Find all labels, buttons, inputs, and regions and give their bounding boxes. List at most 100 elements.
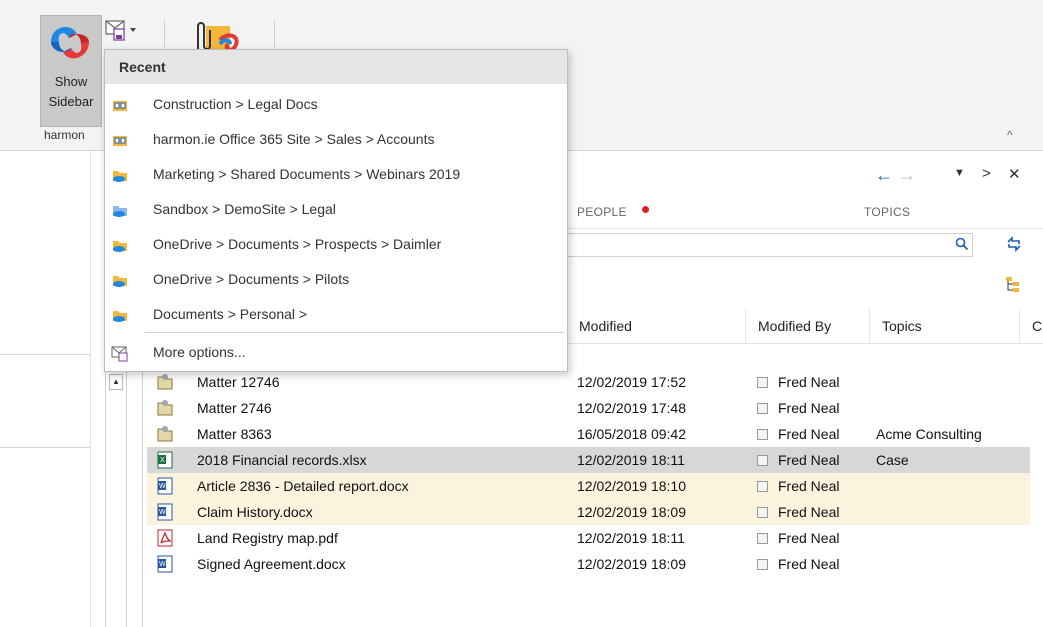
sharepoint-site-icon: [113, 136, 127, 146]
menu-item-recent[interactable]: Marketing > Shared Documents > Webinars …: [105, 158, 567, 193]
close-icon[interactable]: ✕: [1008, 165, 1021, 183]
table-row[interactable]: Land Registry map.pdf 12/02/2019 18:11 F…: [147, 525, 1030, 551]
show-sidebar-button[interactable]: Show Sidebar: [40, 15, 102, 127]
tree-view-icon[interactable]: [1005, 276, 1021, 294]
menu-item-recent[interactable]: harmon.ie Office 365 Site > Sales > Acco…: [105, 123, 567, 158]
modified-by: Fred Neal: [778, 426, 840, 442]
table-row[interactable]: W Signed Agreement.docx 12/02/2019 18:09…: [147, 551, 1030, 577]
mail-icon: [105, 20, 136, 41]
refresh-icon[interactable]: [1005, 236, 1023, 252]
modified-date: 12/02/2019 17:52: [577, 374, 686, 390]
modified-date: 12/02/2019 18:10: [577, 478, 686, 494]
next-icon[interactable]: >: [982, 165, 991, 182]
modified-by: Fred Neal: [778, 478, 840, 494]
table-row[interactable]: Matter 8363 16/05/2018 09:42 Fred Neal A…: [147, 421, 1030, 447]
column-header-extra[interactable]: C: [1019, 309, 1043, 343]
show-sidebar-label-2: Sidebar: [48, 94, 94, 109]
vertical-scrollbar[interactable]: ▲: [105, 370, 127, 627]
presence-checkbox-icon: [757, 377, 768, 388]
topic: Acme Consulting: [876, 426, 982, 442]
menu-header-label: Recent: [119, 59, 166, 75]
table-header: Modified Modified By Topics C: [567, 309, 1043, 344]
word-icon: W: [157, 555, 173, 573]
modified-date: 16/05/2018 09:42: [577, 426, 686, 442]
table-row[interactable]: Matter 2746 12/02/2019 17:48 Fred Neal: [147, 395, 1030, 421]
folder-icon: [157, 400, 173, 416]
menu-item-recent[interactable]: OneDrive > Documents > Pilots: [105, 263, 567, 298]
menu-item-recent[interactable]: Sandbox > DemoSite > Legal: [105, 193, 567, 228]
svg-text:X: X: [160, 457, 165, 464]
table-row[interactable]: X 2018 Financial records.xlsx 12/02/2019…: [147, 447, 1030, 473]
modified-by: Fred Neal: [778, 530, 840, 546]
cloud-folder-icon: [113, 206, 127, 217]
show-sidebar-label-1: Show: [54, 74, 88, 89]
more-options-label: More options...: [153, 344, 246, 360]
tree-divider: [142, 360, 143, 627]
excel-icon: X: [157, 451, 173, 469]
word-icon: W: [157, 503, 173, 521]
divider: [0, 447, 90, 448]
file-name: Land Registry map.pdf: [197, 530, 338, 546]
presence-checkbox-icon: [757, 455, 768, 466]
tab-bar: PEOPLE TOPICS: [567, 198, 1043, 229]
list-toolbar: [567, 272, 1043, 300]
file-name: Matter 12746: [197, 374, 280, 390]
modified-date: 12/02/2019 18:09: [577, 504, 686, 520]
presence-checkbox-icon: [757, 403, 768, 414]
file-name: Claim History.docx: [197, 504, 313, 520]
pdf-icon: [157, 529, 173, 547]
menu-item-recent[interactable]: OneDrive > Documents > Prospects > Daiml…: [105, 228, 567, 263]
svg-text:W: W: [159, 561, 166, 568]
column-header-modified-by[interactable]: Modified By: [745, 309, 869, 343]
menu-item-recent[interactable]: Construction > Legal Docs: [105, 88, 567, 123]
column-header-modified[interactable]: Modified: [567, 309, 745, 343]
menu-separator: [145, 332, 565, 333]
table-row[interactable]: Matter 12746 12/02/2019 17:52 Fred Neal: [147, 369, 1030, 395]
menu-item-label: harmon.ie Office 365 Site > Sales > Acco…: [153, 131, 435, 147]
tab-people[interactable]: PEOPLE: [577, 205, 627, 219]
topic: Case: [876, 452, 909, 468]
scroll-up-arrow-icon[interactable]: ▲: [109, 374, 123, 390]
modified-by: Fred Neal: [778, 452, 840, 468]
menu-item-label: OneDrive > Documents > Prospects > Daiml…: [153, 236, 442, 252]
notification-dot-icon: [642, 206, 649, 213]
sharepoint-site-icon: [113, 101, 127, 111]
search-row: [567, 233, 1043, 259]
left-pane: [0, 151, 91, 627]
modified-by: Fred Neal: [778, 556, 840, 572]
cloud-folder-icon: [113, 311, 127, 322]
cloud-folder-icon: [113, 171, 127, 182]
modified-by: Fred Neal: [778, 400, 840, 416]
file-name: Signed Agreement.docx: [197, 556, 346, 572]
presence-checkbox-icon: [757, 533, 768, 544]
tab-topics[interactable]: TOPICS: [864, 205, 910, 219]
column-header-topics[interactable]: Topics: [869, 309, 1019, 343]
modified-by: Fred Neal: [778, 504, 840, 520]
sidebar-logo-icon: [51, 27, 89, 59]
file-name: 2018 Financial records.xlsx: [197, 452, 367, 468]
cloud-folder-icon: [113, 276, 127, 287]
search-input[interactable]: [567, 233, 973, 257]
word-icon: W: [157, 477, 173, 495]
divider: [0, 354, 90, 355]
search-icon[interactable]: [955, 237, 969, 251]
back-arrow-icon[interactable]: ←: [875, 165, 893, 186]
recent-locations-menu: Recent Construction > Legal Docs harmon.…: [104, 49, 568, 372]
menu-item-recent[interactable]: Documents > Personal >: [105, 298, 567, 333]
presence-checkbox-icon: [757, 429, 768, 440]
folder-icon: [157, 426, 173, 442]
modified-date: 12/02/2019 18:11: [577, 530, 685, 546]
menu-item-label: OneDrive > Documents > Pilots: [153, 271, 350, 287]
table-row[interactable]: W Claim History.docx 12/02/2019 18:09 Fr…: [147, 499, 1030, 525]
view-dropdown-icon[interactable]: ▼: [954, 167, 965, 179]
svg-text:W: W: [159, 509, 166, 516]
forward-arrow-icon[interactable]: →: [898, 165, 916, 186]
more-options-menu-item[interactable]: More options...: [105, 336, 567, 371]
table-row[interactable]: W Article 2836 - Detailed report.docx 12…: [147, 473, 1030, 499]
mail-dropdown-button[interactable]: [104, 18, 154, 46]
presence-checkbox-icon: [757, 559, 768, 570]
file-name: Matter 2746: [197, 400, 272, 416]
menu-item-label: Marketing > Shared Documents > Webinars …: [153, 166, 461, 182]
modified-date: 12/02/2019 18:09: [577, 556, 686, 572]
collapse-ribbon-icon[interactable]: ^: [1007, 128, 1013, 142]
